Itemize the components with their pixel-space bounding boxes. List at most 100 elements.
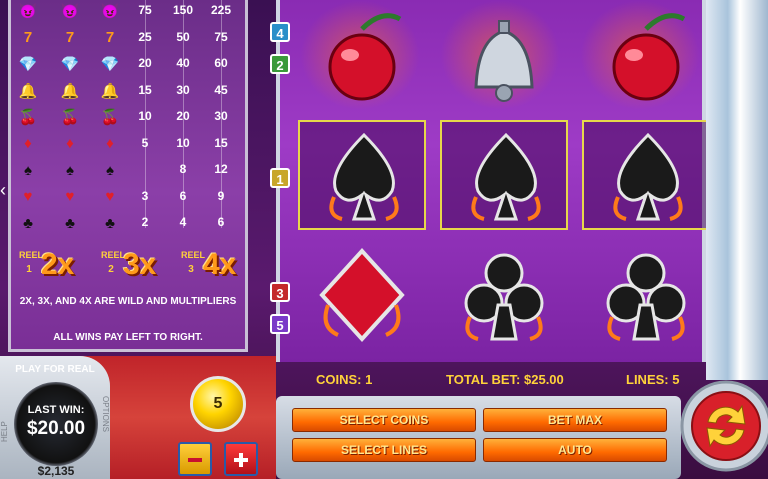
payout-value: 60 [214, 56, 228, 70]
decorative-tube [706, 0, 768, 380]
club-icon [464, 253, 544, 341]
cherry-icon: 🍒 [18, 109, 38, 126]
payout-value: 40 [176, 56, 190, 70]
auto-button[interactable]: AUTO [483, 438, 667, 462]
paytable-row: 💎 💎 💎 20 40 60 [11, 53, 245, 75]
payout-value: 50 [176, 29, 190, 44]
play-for-real-button[interactable]: PLAY FOR REAL [12, 364, 98, 380]
payout-value: 20 [176, 109, 190, 123]
cherry-icon: 🍒 [60, 109, 80, 126]
control-panel: SELECT COINS BET MAX SELECT LINES AUTO [276, 396, 681, 479]
spade-icon: ♠ [66, 161, 74, 179]
reel-label: REEL [19, 250, 44, 260]
spin-core [691, 391, 761, 461]
payout-value: 6 [217, 215, 225, 229]
payout-value: 4 [179, 215, 187, 229]
spade-icon: ♠ [24, 161, 32, 179]
bet-max-button[interactable]: BET MAX [483, 408, 667, 432]
seven-icon: 7 [23, 29, 33, 46]
reel3-multiplier: REEL 3 4x [181, 248, 251, 286]
reel-cell [440, 240, 568, 350]
reel-cell [298, 120, 426, 230]
spin-button[interactable] [676, 374, 768, 479]
paytable-row: 😈 😈 😈 75 150 225 [11, 0, 245, 22]
heart-icon: ♥ [23, 188, 33, 205]
paytable-row: ♠ ♠ ♠ 8 12 [11, 159, 245, 181]
seven-icon: 7 [65, 29, 75, 46]
payline-2-marker[interactable]: 2 [270, 54, 290, 74]
cherry-icon [328, 13, 402, 101]
reel-label: REEL [101, 250, 126, 260]
payout-value: 75 [138, 3, 152, 17]
minus-icon [188, 458, 202, 462]
coin-value-button[interactable]: 5 [190, 376, 246, 432]
payline-1-marker[interactable]: 1 [270, 168, 290, 188]
payline-4-marker[interactable]: 4 [270, 22, 290, 42]
options-button[interactable]: OPTIONS [96, 396, 110, 452]
cherry-icon: 🍒 [100, 109, 120, 126]
previous-page-arrow-icon[interactable]: ‹ [0, 180, 10, 204]
heart-icon: ♥ [65, 188, 75, 205]
diamond-suit-icon [319, 248, 405, 342]
cherry-icon [612, 13, 686, 101]
last-win-label: LAST WIN: [27, 404, 85, 416]
reel2-multiplier: REEL 2 3x [101, 248, 171, 286]
payout-value: 20 [138, 56, 152, 70]
reel-cell [298, 4, 426, 114]
club-icon: ♣ [105, 214, 115, 232]
reel-label: REEL [181, 250, 206, 260]
payout-value: 2 [141, 215, 149, 229]
diamond-gem-icon: 💎 [60, 56, 80, 73]
last-win-dial: LAST WIN: $20.00 [14, 382, 98, 466]
paytable-row: ♣ ♣ ♣ 2 4 6 [11, 212, 245, 234]
payout-value: 12 [214, 162, 228, 176]
wild-note: 2X, 3X, AND 4X ARE WILD AND MULTIPLIERS [19, 296, 237, 307]
decrease-button[interactable] [178, 442, 212, 476]
select-coins-button[interactable]: SELECT COINS [292, 408, 476, 432]
reel-number: 1 [26, 264, 32, 275]
payout-value: 9 [217, 188, 225, 203]
lines-display: LINES: 5 [626, 372, 680, 387]
reel-cell [440, 120, 568, 230]
payout-value: 25 [138, 29, 152, 44]
multiplier-value: 3x [123, 248, 157, 281]
payout-value: 150 [172, 3, 194, 17]
reel-cell [582, 240, 710, 350]
help-button[interactable]: HELP [0, 402, 16, 442]
heart-icon: ♥ [105, 188, 115, 205]
reel-cell [582, 4, 710, 114]
devil-face-icon: 😈 [100, 3, 120, 20]
paytable-row: ♦ ♦ ♦ 5 10 15 [11, 133, 245, 155]
diamond-suit-icon: ♦ [106, 135, 114, 152]
payout-value: 225 [210, 3, 232, 17]
reel-cell [582, 120, 710, 230]
payout-value: 30 [176, 82, 190, 97]
payline-5-marker[interactable]: 5 [270, 314, 290, 334]
paytable-row: ♥ ♥ ♥ 3 6 9 [11, 186, 245, 208]
payout-value: 10 [138, 109, 152, 123]
payline-3-marker[interactable]: 3 [270, 282, 290, 302]
devil-face-icon: 😈 [18, 3, 38, 20]
reel-number: 3 [188, 264, 194, 275]
slot-game: 😈 😈 😈 75 150 225 7 7 7 25 50 75 💎 💎 💎 20 40 60 🔔 🔔 🔔 15 30 45 🍒 🍒… [0, 0, 768, 479]
payout-value: 15 [138, 82, 152, 97]
paytable-row: 7 7 7 25 50 75 [11, 27, 245, 49]
reel1-multiplier: REEL 1 2x [19, 248, 89, 286]
reel-cell [298, 240, 426, 350]
payout-value: 8 [179, 162, 187, 176]
bell-icon [474, 20, 534, 102]
bell-icon: 🔔 [60, 82, 80, 100]
bell-icon: 🔔 [100, 82, 120, 100]
spade-icon: ♠ [106, 161, 114, 179]
payout-value: 3 [141, 188, 149, 203]
reel-window [276, 0, 710, 362]
diamond-suit-icon: ♦ [66, 135, 74, 152]
bet-info-bar: COINS: 1 TOTAL BET: $25.00 LINES: 5 [276, 368, 706, 392]
diamond-suit-icon: ♦ [24, 135, 32, 152]
select-lines-button[interactable]: SELECT LINES [292, 438, 476, 462]
increase-button[interactable] [224, 442, 258, 476]
payout-value: 75 [214, 29, 228, 44]
plus-icon [239, 453, 243, 467]
paytable: 😈 😈 😈 75 150 225 7 7 7 25 50 75 💎 💎 💎 20 40 60 🔔 🔔 🔔 15 30 45 🍒 🍒… [8, 0, 248, 352]
payout-value: 6 [179, 188, 187, 203]
